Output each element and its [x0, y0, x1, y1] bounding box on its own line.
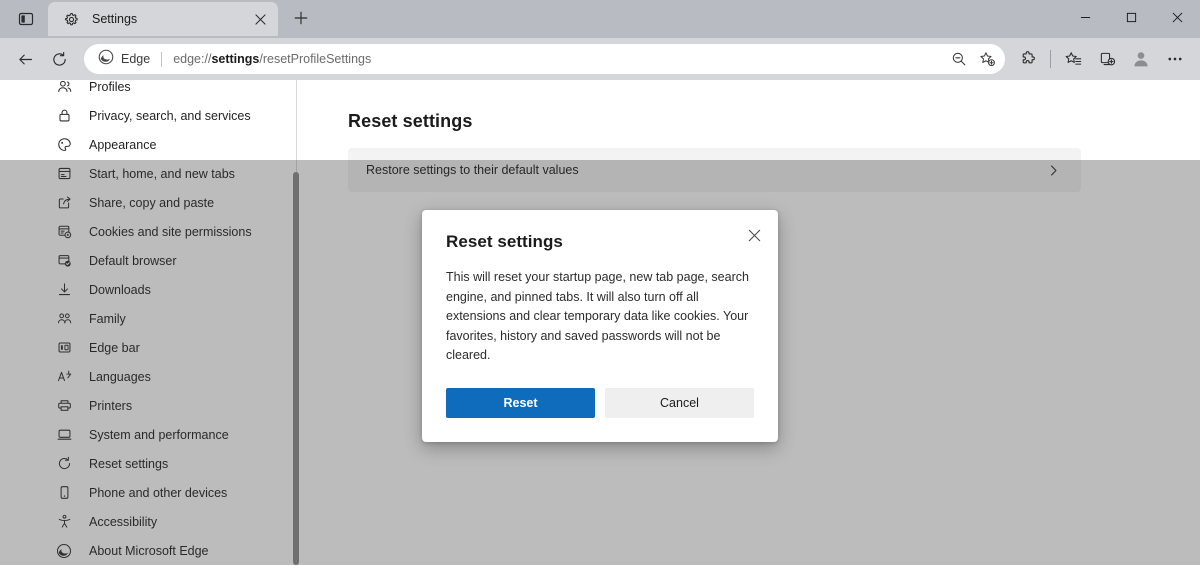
window-controls: [1062, 0, 1200, 34]
close-icon[interactable]: [1154, 0, 1200, 34]
omnibox-divider: [161, 51, 163, 67]
sidebar-item-label: Privacy, search, and services: [89, 108, 251, 123]
reset-button[interactable]: Reset: [446, 387, 595, 418]
back-button[interactable]: [8, 43, 42, 75]
tab-close-icon[interactable]: [248, 7, 272, 31]
gear-icon: [62, 10, 80, 28]
reset-settings-dialog: Reset settings This will reset your star…: [422, 210, 778, 442]
browser-tab[interactable]: Settings: [48, 2, 278, 36]
tab-strip: Settings: [0, 0, 316, 38]
palette-icon: [55, 136, 73, 154]
sidebar-item-label: Profiles: [89, 80, 131, 94]
address-bar[interactable]: Edge edge://settings/resetProfileSetting…: [84, 44, 1005, 74]
edge-badge-label: Edge: [121, 52, 151, 66]
cancel-button[interactable]: Cancel: [605, 387, 754, 418]
url-prefix: edge://: [173, 52, 212, 66]
sidebar-item-privacy[interactable]: Privacy, search, and services: [0, 101, 295, 130]
tab-title: Settings: [92, 12, 138, 26]
extensions-icon[interactable]: [1011, 43, 1045, 75]
lock-icon: [55, 107, 73, 125]
maximize-icon[interactable]: [1108, 0, 1154, 34]
edge-logo-icon: [98, 49, 114, 70]
favorites-icon[interactable]: [1056, 43, 1090, 75]
address-bar-actions: [945, 46, 1001, 72]
url-path: /resetProfileSettings: [259, 52, 372, 66]
browser-toolbar: Edge edge://settings/resetProfileSetting…: [0, 38, 1200, 80]
edge-badge: Edge: [98, 49, 150, 70]
tab-actions-menu-button[interactable]: [8, 3, 44, 35]
url-host: settings: [211, 52, 260, 66]
address-bar-url: edge://settings/resetProfileSettings: [173, 52, 945, 66]
page-title: Reset settings: [348, 111, 473, 131]
profile-avatar[interactable]: [1124, 43, 1158, 75]
sidebar-item-label: Appearance: [89, 137, 157, 152]
collections-icon[interactable]: [1090, 43, 1124, 75]
dialog-close-icon[interactable]: [741, 222, 767, 248]
new-tab-button[interactable]: [286, 3, 316, 33]
dialog-actions: Reset Cancel: [446, 387, 754, 418]
refresh-button[interactable]: [42, 43, 76, 75]
dialog-title: Reset settings: [446, 232, 563, 251]
browser-window: Settings Edge edge://settings/resetProfi…: [0, 0, 1200, 565]
sidebar-item-appearance[interactable]: Appearance: [0, 130, 295, 159]
settings-and-more-icon[interactable]: [1158, 43, 1192, 75]
minimize-icon[interactable]: [1062, 0, 1108, 34]
profiles-icon: [55, 80, 73, 96]
add-favorite-icon[interactable]: [973, 46, 1001, 72]
zoom-out-icon[interactable]: [945, 46, 973, 72]
dialog-body-text: This will reset your startup page, new t…: [446, 270, 749, 362]
sidebar-item-profiles[interactable]: Profiles: [0, 80, 295, 101]
title-bar: Settings: [0, 0, 1200, 38]
toolbar-divider: [1050, 50, 1051, 68]
